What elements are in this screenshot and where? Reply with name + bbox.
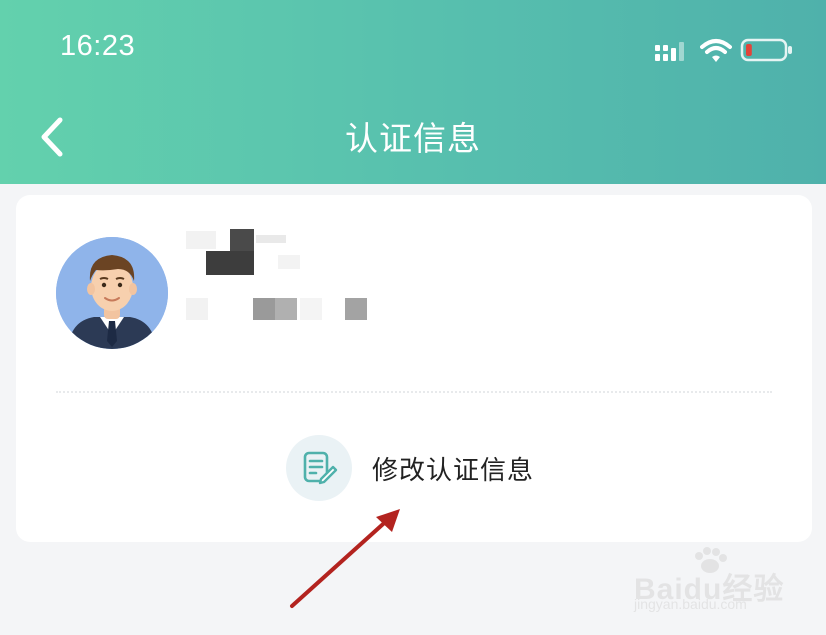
redacted-name-block xyxy=(256,235,286,243)
redacted-detail-block xyxy=(275,298,297,320)
edit-certification-label: 修改认证信息 xyxy=(372,455,535,486)
card-divider xyxy=(56,391,772,393)
redacted-name-block xyxy=(278,255,300,269)
redacted-detail-block xyxy=(186,298,208,320)
back-button[interactable] xyxy=(30,112,74,162)
profile-card: 修改认证信息 xyxy=(16,195,812,542)
redacted-detail-block xyxy=(253,298,275,320)
user-avatar-icon xyxy=(56,237,168,349)
redacted-name-block xyxy=(206,251,254,275)
chevron-left-icon xyxy=(41,117,63,157)
edit-document-icon xyxy=(303,451,338,485)
annotation-arrow-icon xyxy=(290,509,400,608)
page-title: 认证信息 xyxy=(345,119,481,158)
status-time: 16:23 xyxy=(60,30,136,62)
edit-certification-button[interactable]: 修改认证信息 xyxy=(286,433,586,503)
edit-icon-circle xyxy=(286,435,352,501)
redacted-detail-block xyxy=(345,298,367,320)
baidu-watermark: Baidu经验 jingyan.baidu.com xyxy=(632,546,812,618)
cellular-signal-icon xyxy=(655,42,684,61)
watermark-url: jingyan.baidu.com xyxy=(634,596,747,612)
redacted-name-block xyxy=(230,229,254,251)
header-bar: 16:23 认证信息 xyxy=(0,0,826,184)
redacted-name-block xyxy=(186,231,216,249)
battery-low-icon xyxy=(740,38,792,62)
redacted-detail-block xyxy=(300,298,322,320)
wifi-icon xyxy=(700,39,732,62)
